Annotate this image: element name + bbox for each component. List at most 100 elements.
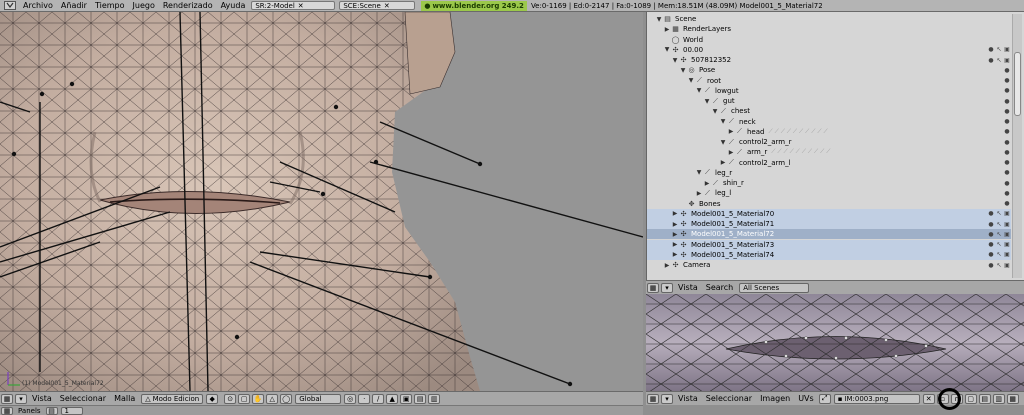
render-icon[interactable]: ▣ xyxy=(1003,57,1011,64)
expand-down-icon[interactable]: ▼ xyxy=(671,57,679,64)
eye-icon[interactable]: ● xyxy=(1003,98,1011,105)
eye-icon[interactable]: ● xyxy=(1003,77,1011,84)
outliner-row[interactable]: ▼ ✣ 507812352 ● ↖ ▣ xyxy=(647,55,1011,65)
collapse-menu-icon[interactable]: ▾ xyxy=(661,393,673,404)
image-editor-view[interactable] xyxy=(646,294,1024,391)
select-arrow-icon[interactable]: ↖ xyxy=(995,262,1003,269)
scene-selector[interactable]: SCE:Scene ✕ xyxy=(339,1,416,10)
collapse-menu-icon[interactable]: ▾ xyxy=(15,393,27,404)
render-icon[interactable]: ▣ xyxy=(1003,241,1011,248)
eye-icon[interactable]: ● xyxy=(987,46,995,53)
render-icon[interactable]: ▣ xyxy=(1003,46,1011,53)
eye-icon[interactable]: ● xyxy=(1003,67,1011,74)
render-icon[interactable]: ▣ xyxy=(1003,231,1011,238)
expand-right-icon[interactable]: ▶ xyxy=(671,251,679,258)
menu-seleccionar[interactable]: Seleccionar xyxy=(56,394,110,403)
expand-right-icon[interactable]: ▶ xyxy=(703,180,711,187)
expand-down-icon[interactable]: ▼ xyxy=(711,108,719,115)
eye-icon[interactable]: ● xyxy=(987,251,995,258)
blender-logo-icon[interactable] xyxy=(3,1,17,11)
expand-right-icon[interactable]: ▶ xyxy=(727,128,735,135)
menu-anadir[interactable]: Añadir xyxy=(57,1,91,10)
eye-icon[interactable]: ● xyxy=(987,241,995,248)
expand-right-icon[interactable]: ▶ xyxy=(719,159,727,166)
outliner-row[interactable]: ▶ ⟋ control2_arm_l ● xyxy=(647,158,1011,168)
pin-icon[interactable]: ⤢ xyxy=(818,393,831,404)
proportional-edit-icon[interactable]: ◎ xyxy=(344,393,357,404)
outliner-row[interactable]: ▶ ⟋ head ⟋ ⟋ ⟋ ⟋ ⟋ ⟋ ⟋ ⟋ ⟋ ⟋ ● xyxy=(647,127,1011,137)
select-arrow-icon[interactable]: ↖ xyxy=(995,46,1003,53)
expand-right-icon[interactable]: ▶ xyxy=(695,190,703,197)
close-icon[interactable]: ✕ xyxy=(298,2,304,10)
menu-vista[interactable]: Vista xyxy=(28,394,56,403)
eye-icon[interactable]: ● xyxy=(1003,200,1011,207)
expand-down-icon[interactable]: ▼ xyxy=(695,87,703,94)
scale-manip-icon[interactable]: ◯ xyxy=(280,393,293,404)
orientation-selector[interactable]: Global xyxy=(295,393,342,404)
outliner-row[interactable]: ▶ ▦ RenderLayers xyxy=(647,24,1011,34)
eye-icon[interactable]: ● xyxy=(1003,87,1011,94)
eye-icon[interactable]: ● xyxy=(987,221,995,228)
mode-selector[interactable]: △ Modo Edicion xyxy=(141,393,204,404)
expand-right-icon[interactable]: ▶ xyxy=(663,262,671,269)
menu-search[interactable]: Search xyxy=(702,283,737,292)
expand-down-icon[interactable]: ▼ xyxy=(719,118,727,125)
editor-type-icon[interactable]: ▦ xyxy=(1,406,13,415)
menu-seleccionar[interactable]: Seleccionar xyxy=(702,394,756,403)
menu-juego[interactable]: Juego xyxy=(129,1,159,10)
outliner-row[interactable]: ▶ ✣ Model001_5_Material74 ● ↖ ▣ xyxy=(647,249,1011,260)
render-icon[interactable]: ▣ xyxy=(1003,251,1011,258)
eye-icon[interactable]: ● xyxy=(1003,169,1011,176)
render-icon[interactable]: ▣ xyxy=(1003,221,1011,228)
screen-selector[interactable]: SR:2-Model ✕ xyxy=(251,1,336,10)
sync-uv-icon[interactable]: ▢ xyxy=(964,393,977,404)
collapse-menu-icon[interactable]: ▾ xyxy=(661,282,673,293)
vertex-select-icon[interactable]: · xyxy=(358,393,371,404)
outliner-row[interactable]: ▼ ⟋ root ● xyxy=(647,76,1011,86)
render-icon[interactable]: ▣ xyxy=(1003,210,1011,217)
outliner-row[interactable]: ▼ ⟋ control2_arm_r ● xyxy=(647,137,1011,147)
outliner-row[interactable]: ▼ ⟋ gut ● xyxy=(647,96,1011,106)
editor-type-icon[interactable]: ▦ xyxy=(1,393,13,404)
outliner-scrollbar[interactable] xyxy=(1012,14,1022,278)
scrollbar-thumb[interactable] xyxy=(1014,52,1021,116)
pivot-icon[interactable]: ⊙ xyxy=(224,393,237,404)
menu-imagen[interactable]: Imagen xyxy=(756,394,794,403)
menu-vista[interactable]: Vista xyxy=(674,394,702,403)
eye-icon[interactable]: ● xyxy=(1003,139,1011,146)
outliner-row[interactable]: ◯ World xyxy=(647,35,1011,45)
lock-icon[interactable]: ▥ xyxy=(992,393,1005,404)
select-arrow-icon[interactable]: ↖ xyxy=(995,251,1003,258)
outliner-row[interactable]: ▶ ✣ Model001_5_Material73 ● ↖ ▣ xyxy=(647,239,1011,250)
outliner-row[interactable]: ▼ ⟋ lowgut ● xyxy=(647,86,1011,96)
image-selector[interactable]: ▪ IM:0003.png xyxy=(833,393,920,404)
outliner-row[interactable]: ▼ ▤ Scene xyxy=(647,14,1011,24)
update-icon[interactable]: ▦ xyxy=(1006,393,1019,404)
outliner-row[interactable]: ▶ ⟋ arm_r ⟋ ⟋ ⟋ ⟋ ⟋ ⟋ ⟋ ⟋ ⟋ ⟋ ● xyxy=(647,147,1011,157)
select-arrow-icon[interactable]: ↖ xyxy=(995,221,1003,228)
menu-vista[interactable]: Vista xyxy=(674,283,702,292)
eye-icon[interactable]: ● xyxy=(987,231,995,238)
outliner-row[interactable]: ▶ ✣ Camera ● ↖ ▣ xyxy=(647,260,1011,270)
outliner-row[interactable]: ▼ ◎ Pose ● xyxy=(647,65,1011,75)
rotate-manip-icon[interactable]: △ xyxy=(266,393,279,404)
eye-icon[interactable]: ● xyxy=(1003,159,1011,166)
expand-down-icon[interactable]: ▼ xyxy=(719,139,727,146)
outliner-row[interactable]: ▼ ⟋ leg_r ● xyxy=(647,168,1011,178)
select-arrow-icon[interactable]: ↖ xyxy=(995,241,1003,248)
menu-uvs[interactable]: UVs xyxy=(794,394,818,403)
outliner-row[interactable]: ▼ ⟋ neck ● xyxy=(647,117,1011,127)
panel-icon[interactable]: ▤ xyxy=(45,406,58,415)
outliner-row[interactable]: ▶ ⟋ shin_r ● xyxy=(647,178,1011,188)
eye-icon[interactable]: ● xyxy=(987,57,995,64)
eye-icon[interactable]: ● xyxy=(1003,180,1011,187)
outliner-row[interactable]: ✥ Bones ● xyxy=(647,199,1011,209)
render-icon[interactable]: ▣ xyxy=(1003,262,1011,269)
outliner-row[interactable]: ▼ ⟋ chest ● xyxy=(647,106,1011,116)
menu-tiempo[interactable]: Tiempo xyxy=(91,1,129,10)
face-select-icon[interactable]: ▲ xyxy=(386,393,399,404)
website-link[interactable]: ● www.blender.org 249.2 xyxy=(421,0,527,11)
unlink-image-icon[interactable]: ✕ xyxy=(922,393,935,404)
lock-icon[interactable]: ▤ xyxy=(414,393,427,404)
expand-right-icon[interactable]: ▶ xyxy=(671,241,679,248)
